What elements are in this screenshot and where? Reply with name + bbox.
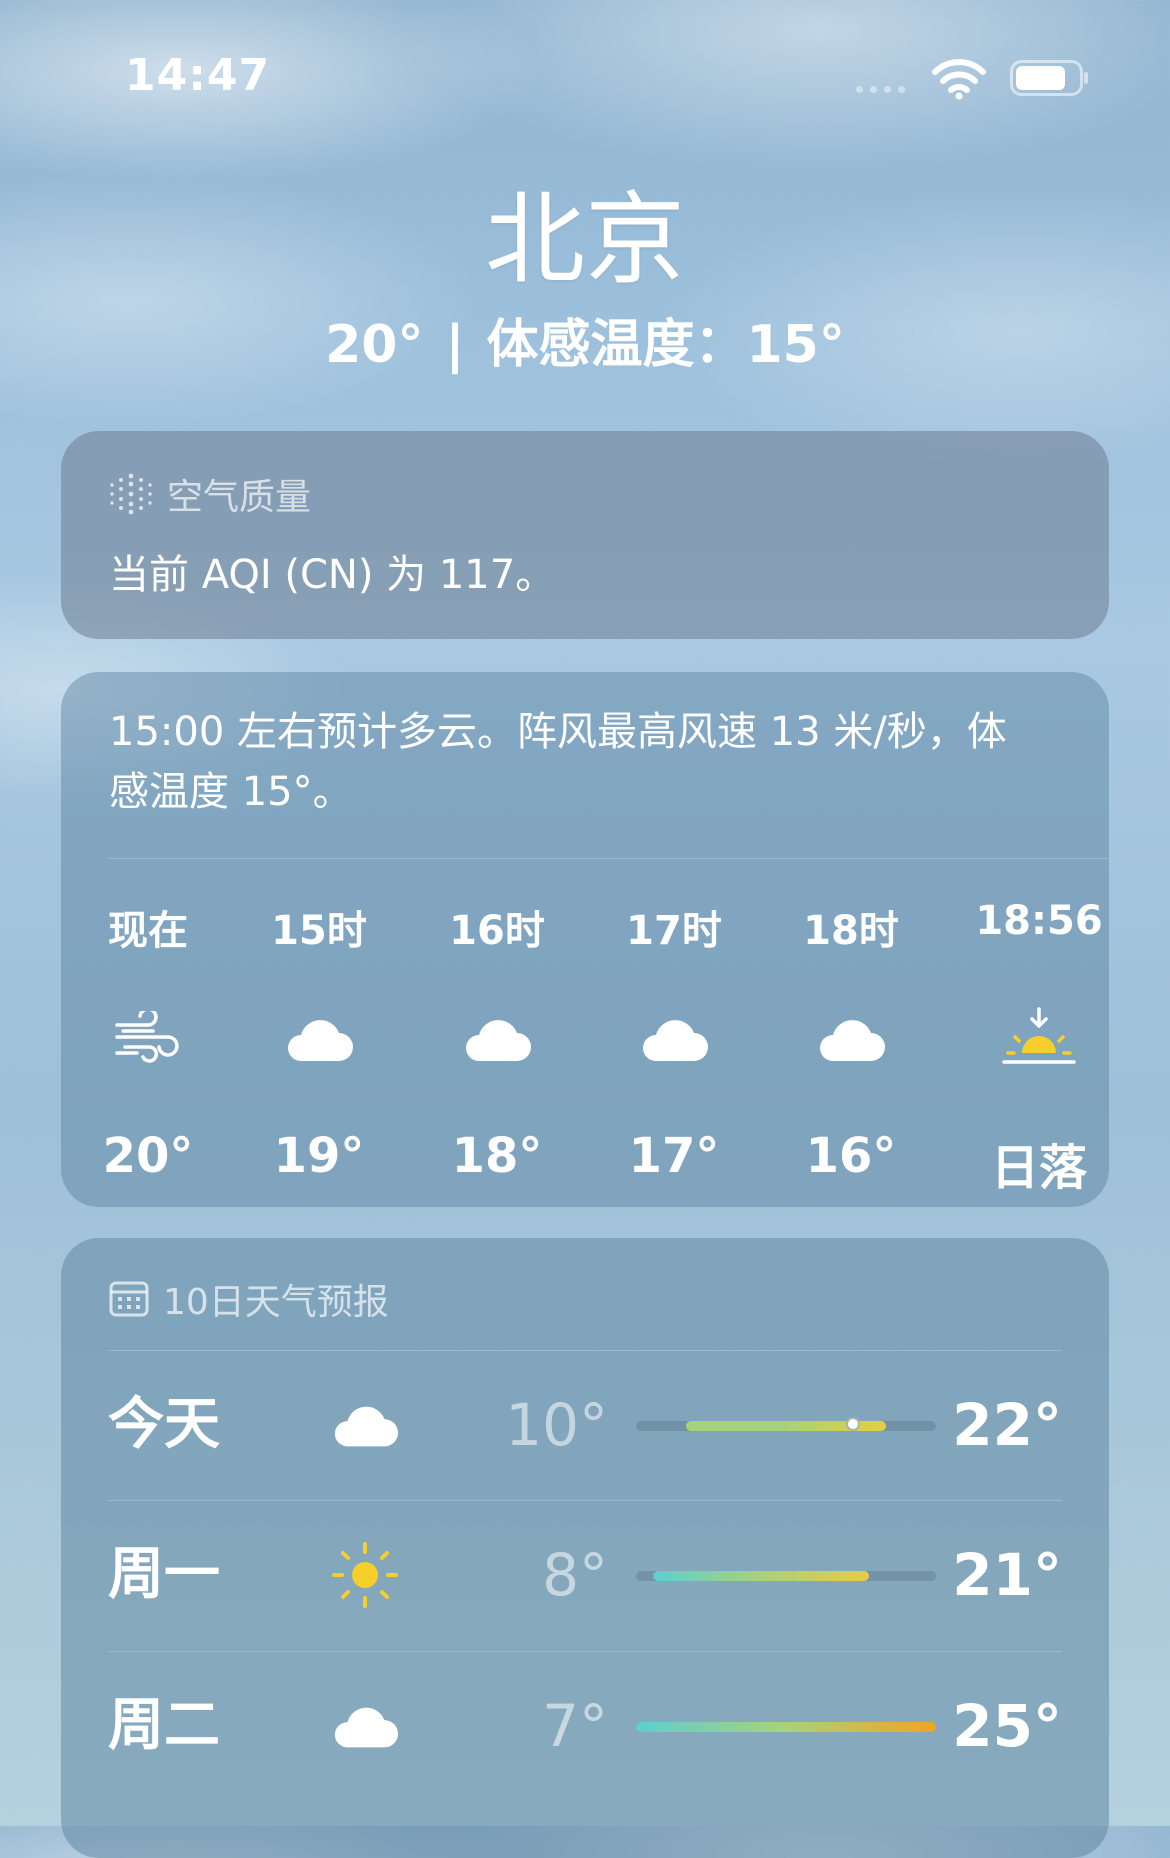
day-name: 今天 — [108, 1392, 220, 1457]
wind-icon — [68, 1004, 228, 1074]
temperature-range-bar — [636, 1722, 936, 1732]
sun-icon — [330, 1540, 400, 1610]
day-high-temp: 25° — [952, 1692, 1062, 1760]
status-time: 14:47 — [125, 50, 271, 101]
hour-label: 现在 — [108, 908, 188, 954]
city-name: 北京 — [485, 181, 685, 298]
day-row[interactable]: 周二 7° 25° — [108, 1651, 1062, 1801]
cloud-icon — [330, 1691, 400, 1761]
day-low-temp: 8° — [542, 1541, 608, 1609]
temperature-range-fill — [652, 1571, 870, 1581]
ten-day-header: 10日天气预报 — [109, 1273, 389, 1325]
hour-label: 16时 — [449, 908, 545, 954]
feels-like: 体感温度：15° — [486, 315, 845, 375]
hour-temp: 16° — [805, 1128, 897, 1184]
current-temp-marker — [845, 1417, 860, 1431]
cloud-icon — [330, 1390, 400, 1460]
ten-day-title: 10日天气预报 — [163, 1282, 389, 1323]
temp-separator: | — [445, 315, 465, 375]
hour-temp: 19° — [273, 1128, 365, 1184]
cloud-icon — [771, 1004, 931, 1074]
calendar-icon — [109, 1281, 149, 1317]
day-name: 周一 — [108, 1542, 220, 1607]
cloud-icon — [239, 1004, 399, 1074]
temperature-range-bar — [636, 1417, 936, 1431]
day-name: 周二 — [108, 1693, 220, 1758]
cellular-signal-icon — [856, 86, 905, 93]
hour-label: 18时 — [803, 908, 899, 954]
air-quality-dots-icon — [110, 473, 152, 515]
hour-temp: 日落 — [990, 1140, 1087, 1196]
air-quality-header: 空气质量 — [109, 468, 311, 520]
air-quality-title: 空气质量 — [167, 477, 312, 518]
temperature-range-bar — [636, 1571, 936, 1581]
day-high-temp: 21° — [952, 1541, 1062, 1609]
day-high-temp: 22° — [952, 1391, 1062, 1459]
hour-temp: 20° — [102, 1128, 194, 1184]
current-conditions: 20° | 体感温度：15° — [0, 302, 1170, 377]
hour-label: 15时 — [271, 908, 367, 954]
day-low-temp: 10° — [505, 1391, 608, 1459]
cloud-icon — [417, 1004, 577, 1074]
temperature-range-fill — [636, 1722, 936, 1732]
sunset-icon — [959, 1004, 1119, 1074]
cloud-icon — [594, 1004, 754, 1074]
hourly-divider — [108, 858, 1109, 859]
hour-temp: 18° — [451, 1128, 543, 1184]
hour-temp: 17° — [628, 1128, 720, 1184]
aqi-text: 当前 AQI (CN) 为 117。 — [109, 552, 556, 598]
wifi-icon — [932, 59, 986, 100]
day-low-temp: 7° — [542, 1692, 608, 1760]
hour-label: 17时 — [626, 908, 722, 954]
air-quality-card[interactable] — [61, 431, 1109, 639]
current-temp: 20° — [325, 315, 424, 375]
hourly-summary: 15:00 左右预计多云。阵风最高风速 13 米/秒，体感温度 15°。 — [109, 709, 1007, 815]
day-row[interactable]: 周一 8° 21° — [108, 1500, 1062, 1650]
hour-label: 18:56 — [975, 898, 1103, 944]
day-row[interactable]: 今天 10° 22° — [108, 1350, 1062, 1500]
battery-icon — [1010, 60, 1088, 96]
